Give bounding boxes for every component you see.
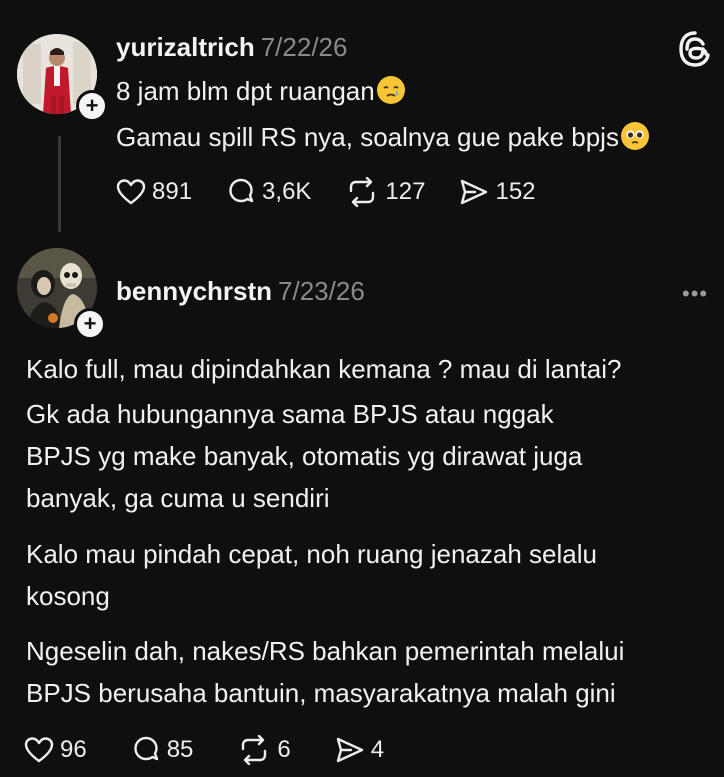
follow-plus-icon[interactable]: + [74,308,106,340]
post-header: yurizaltrich 7/22/26 [116,32,347,63]
post-text-line: Gamau spill RS nya, soalnya gue pake bpj… [116,122,649,153]
post-text-line: Ngeselin dah, nakes/RS bahkan pemerintah… [26,636,625,666]
post-text-line: BPJS berusaha bantuin, masyarakatnya mal… [26,678,616,708]
pleading-face-emoji [620,122,649,150]
share-count: 152 [495,178,536,205]
share-icon [461,179,488,205]
thread-connector-line [58,136,61,232]
like-button[interactable]: 891 [116,178,192,206]
username[interactable]: bennychrstn [116,276,272,306]
repost-icon [242,735,267,765]
crying-face-emoji [376,76,405,104]
username[interactable]: yurizaltrich [116,32,255,62]
post-text: 8 jam blm dpt ruangan [116,76,375,106]
post-header: bennychrstn 7/23/26 [116,276,365,307]
more-options-icon[interactable]: ••• [682,281,708,307]
post-text-line: banyak, ga cuma u sendiri [26,483,330,513]
like-count: 891 [152,178,193,205]
repost-button[interactable]: 127 [345,177,425,207]
post-actions: 96 85 6 4 [24,735,418,765]
share-button[interactable]: 152 [459,178,536,206]
repost-button[interactable]: 6 [237,735,291,765]
post-text: Gamau spill RS nya, soalnya gue pake bpj… [116,122,619,152]
post-text-line: Gk ada hubungannya sama BPJS atau nggak [26,399,554,429]
follow-plus-icon[interactable]: + [76,90,108,122]
share-icon [336,737,363,763]
post-text-line: kosong [26,581,110,611]
like-button[interactable]: 96 [24,736,87,764]
reply-button[interactable]: 3,6K [226,177,311,207]
post-text-line: 8 jam blm dpt ruangan [116,76,405,107]
reply-count: 3,6K [262,178,312,205]
like-count: 96 [60,736,87,763]
comment-icon [229,178,254,203]
reply-count: 85 [166,736,194,763]
repost-count: 127 [385,178,426,205]
comment-icon [134,736,158,761]
repost-count: 6 [277,736,291,763]
post-actions: 891 3,6K 127 152 [116,177,570,207]
threads-logo-icon[interactable] [676,30,714,68]
reply-button[interactable]: 85 [131,735,194,765]
post-text-line: Kalo full, mau dipindahkan kemana ? mau … [26,354,622,384]
repost-icon [350,177,375,207]
heart-icon [24,737,54,763]
share-button[interactable]: 4 [335,736,384,764]
post-date: 7/22/26 [260,32,348,62]
thread-post-original: + yurizaltrich 7/22/26 8 jam blm dpt ruan… [0,0,724,242]
share-count: 4 [370,736,385,763]
post-date: 7/23/26 [278,276,365,306]
post-text-line: Kalo mau pindah cepat, noh ruang jenazah… [26,539,597,569]
post-text-line: BPJS yg make banyak, otomatis yg dirawat… [26,441,583,471]
heart-icon [116,179,146,205]
